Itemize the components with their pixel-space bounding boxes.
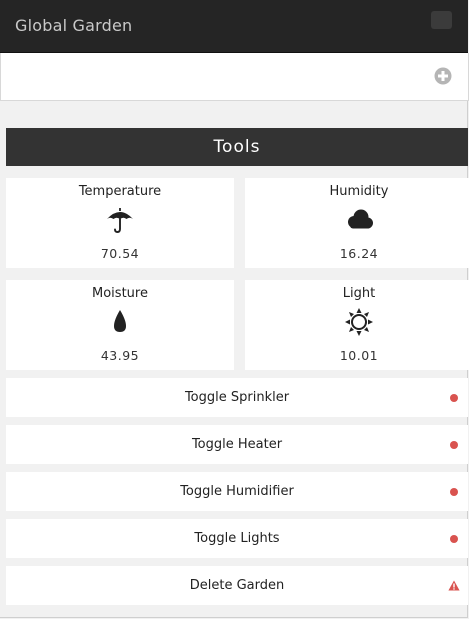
- sensor-value: 16.24: [339, 246, 379, 261]
- sensor-card-light: Light 10.01: [245, 280, 469, 370]
- cloud-icon: [348, 209, 373, 229]
- action-label: Toggle Sprinkler: [184, 390, 290, 405]
- plus-circle-icon[interactable]: [434, 67, 452, 85]
- action-label: Delete Garden: [189, 578, 285, 593]
- status-dot-icon: [450, 535, 458, 543]
- droplet-icon: [114, 310, 126, 332]
- sensor-value: 10.01: [339, 348, 379, 363]
- sensor-value: 70.54: [100, 246, 140, 261]
- sun-icon: [345, 308, 373, 336]
- sensor-card-moisture: Moisture 43.95: [6, 280, 234, 370]
- sensor-label: Light: [342, 286, 376, 301]
- sensor-card-temperature: Temperature 70.54: [6, 178, 234, 268]
- toggle-sprinkler-button[interactable]: Toggle Sprinkler: [6, 378, 468, 417]
- action-label: Toggle Heater: [191, 437, 283, 452]
- sensor-label: Humidity: [329, 184, 389, 199]
- app-header: Global Garden: [0, 0, 468, 53]
- toggle-humidifier-button[interactable]: Toggle Humidifier: [6, 472, 468, 511]
- menu-toggle-button[interactable]: [431, 11, 452, 29]
- sensor-value: 43.95: [100, 348, 140, 363]
- sensor-label: Temperature: [78, 184, 162, 199]
- action-label: Toggle Humidifier: [180, 484, 294, 499]
- app-title: Global Garden: [15, 16, 133, 35]
- toggle-lights-button[interactable]: Toggle Lights: [6, 519, 468, 558]
- status-dot-icon: [450, 488, 458, 496]
- warning-icon: [448, 580, 460, 591]
- tools-heading: Tools: [6, 128, 468, 166]
- toggle-heater-button[interactable]: Toggle Heater: [6, 425, 468, 464]
- umbrella-icon: [107, 208, 133, 233]
- action-label: Toggle Lights: [194, 531, 280, 546]
- sensor-card-humidity: Humidity 16.24: [245, 178, 469, 268]
- sensor-label: Moisture: [92, 286, 148, 301]
- status-dot-icon: [450, 441, 458, 449]
- delete-garden-button[interactable]: Delete Garden: [6, 566, 468, 605]
- add-garden-bar[interactable]: [0, 53, 469, 101]
- status-dot-icon: [450, 394, 458, 402]
